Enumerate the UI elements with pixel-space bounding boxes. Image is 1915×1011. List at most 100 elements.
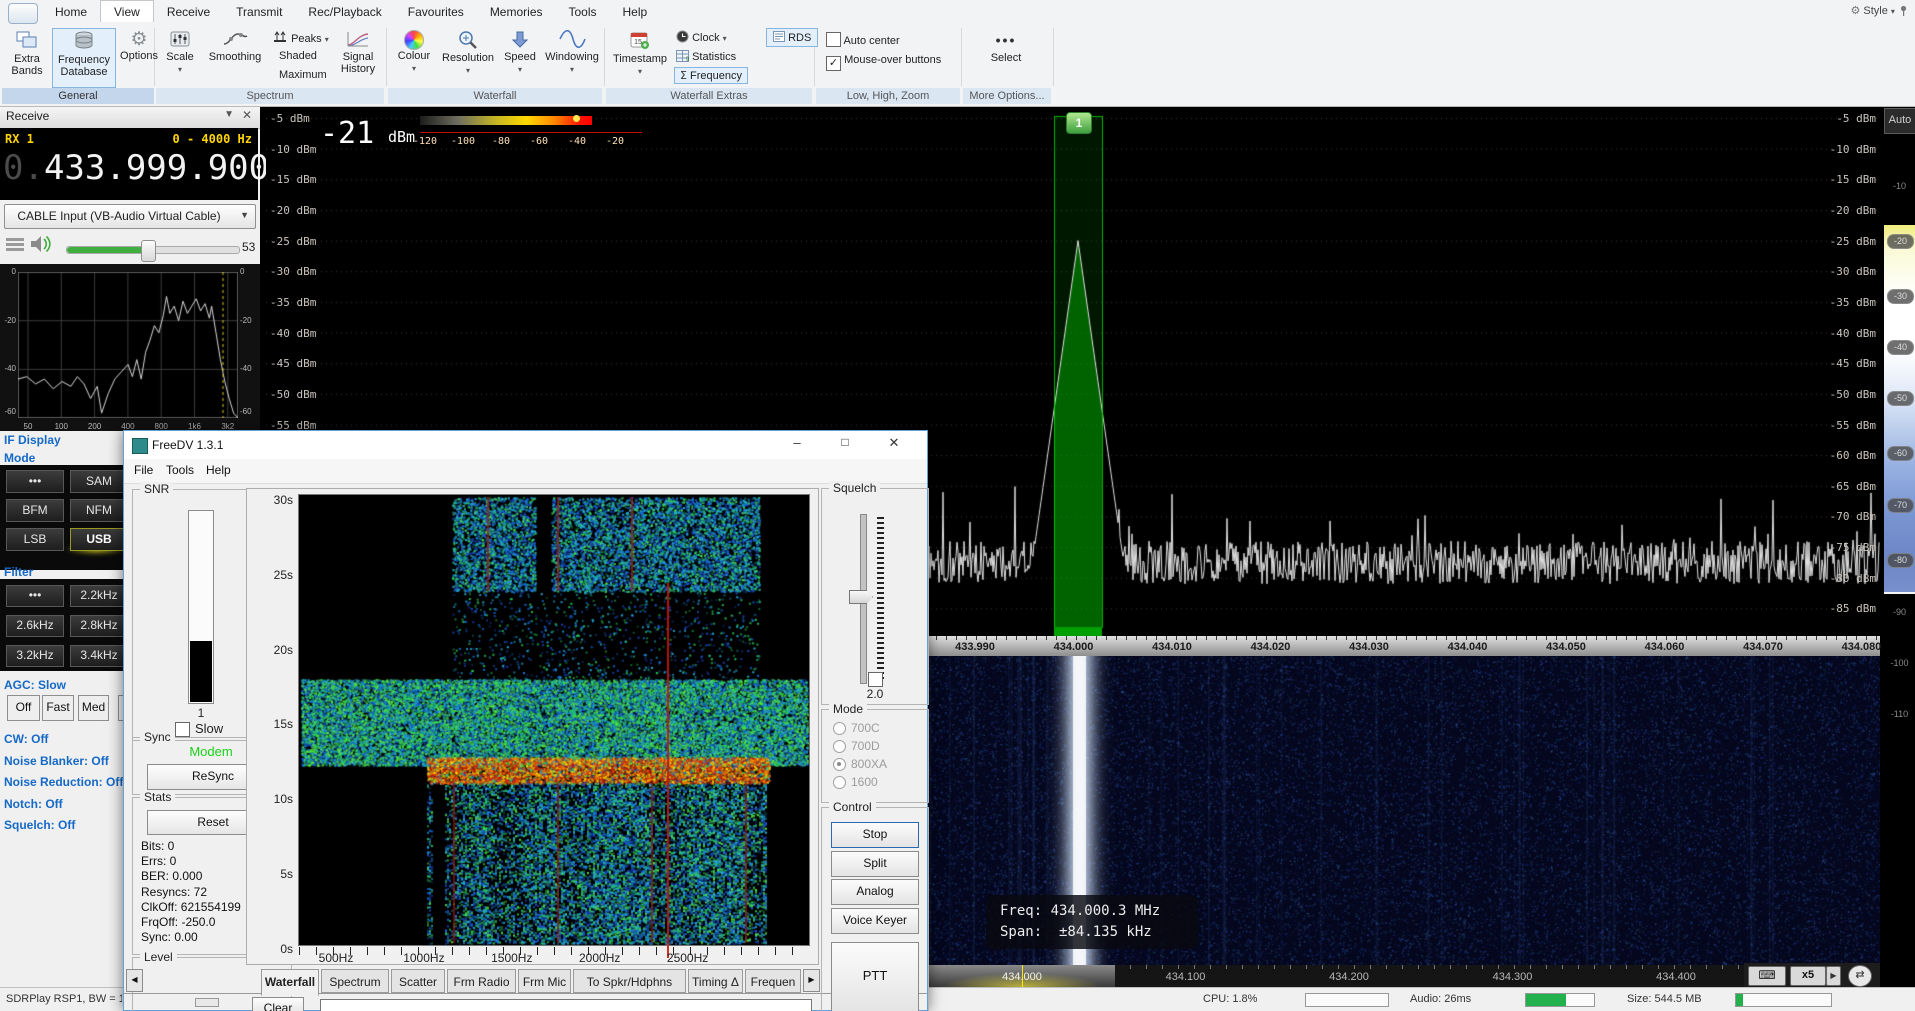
scale-button[interactable]: Scale▾ xyxy=(160,30,200,76)
squelch-enable-checkbox[interactable] xyxy=(868,672,883,687)
zoom-factor-button[interactable]: x5 xyxy=(1790,966,1826,986)
keyboard-button[interactable]: ⌨ xyxy=(1748,966,1786,986)
agc-button-med[interactable]: Med xyxy=(78,695,109,721)
freedv-menu-tools[interactable]: Tools xyxy=(166,463,194,477)
timestamp-button[interactable]: 15 Timestamp▾ xyxy=(612,30,668,78)
freedv-tab-to-spkr-hdphns[interactable]: To Spkr/Hdphns xyxy=(573,969,686,993)
statistics-button[interactable]: 9 Statistics xyxy=(676,50,736,63)
ribbon-tab-favourites[interactable]: Favourites xyxy=(395,1,477,22)
control-button-stop[interactable]: Stop xyxy=(831,822,919,848)
style-menu[interactable]: ⚙ Style ▾ xyxy=(1850,4,1909,17)
options-button[interactable]: ⚙ Options xyxy=(118,30,160,62)
windowing-button[interactable]: Windowing▾ xyxy=(542,30,602,76)
mode-button-[interactable]: ••• xyxy=(6,470,64,493)
mode-button-BFM[interactable]: BFM xyxy=(6,499,64,522)
ribbon-tab-rec-playback[interactable]: Rec/Playback xyxy=(295,1,394,22)
zoom-menu-button[interactable]: ▶ xyxy=(1826,966,1841,986)
mode-button-USB[interactable]: USB xyxy=(70,528,128,551)
volume-thumb[interactable] xyxy=(141,240,156,262)
ribbon-tab-transmit[interactable]: Transmit xyxy=(223,1,295,22)
freedv-tab-frequen[interactable]: Frequen xyxy=(745,969,801,993)
waterfall-colour-scale[interactable]: Auto -10-20-30-40-50-60-70-80-90-100-110 xyxy=(1884,106,1915,987)
freedv-mode-radio-800xa[interactable] xyxy=(833,758,846,771)
freedv-menu-file[interactable]: File xyxy=(134,463,153,477)
freedv-tab-scatter[interactable]: Scatter xyxy=(391,969,445,993)
ribbon-tab-tools[interactable]: Tools xyxy=(556,1,610,22)
colour-label: Colour xyxy=(398,50,430,62)
control-button-split[interactable]: Split xyxy=(831,851,919,877)
mode-button-SAM[interactable]: SAM xyxy=(70,470,128,493)
tab-scroll-right-button[interactable]: ▶ xyxy=(803,969,820,992)
collapse-icon[interactable]: ▼ xyxy=(224,109,234,120)
ribbon-tab-home[interactable]: Home xyxy=(42,1,100,22)
peaks-button[interactable]: Peaks ▾ xyxy=(272,30,329,45)
mode-button-NFM[interactable]: NFM xyxy=(70,499,128,522)
agc-button-fast[interactable]: Fast xyxy=(42,695,74,721)
filter-button-[interactable]: ••• xyxy=(6,585,64,607)
freq-axis-label: 1500Hz xyxy=(482,951,542,965)
auto-scale-button[interactable]: Auto xyxy=(1884,108,1915,134)
tab-scroll-left-button[interactable]: ◀ xyxy=(126,969,143,992)
list-icon xyxy=(773,31,785,42)
colour-button[interactable]: Colour▾ xyxy=(392,30,436,75)
ribbon-tab-view[interactable]: View xyxy=(100,0,154,22)
ptt-button[interactable]: PTT xyxy=(831,942,919,1011)
freedv-mode-radio-700c[interactable] xyxy=(833,722,846,735)
clock-button[interactable]: Clock ▾ xyxy=(676,30,727,44)
close-icon[interactable]: ✕ xyxy=(242,108,252,122)
maximize-icon[interactable]: □ xyxy=(827,435,863,449)
auto-center-checkbox[interactable]: Auto center xyxy=(826,32,900,47)
freedv-waterfall-canvas[interactable] xyxy=(298,494,810,946)
audio-device-select[interactable]: CABLE Input (VB-Audio Virtual Cable) ▼ xyxy=(4,204,256,229)
filter-button-3.4kHz[interactable]: 3.4kHz xyxy=(70,645,128,667)
freedv-tab-waterfall[interactable]: Waterfall xyxy=(261,969,319,996)
squelch-slider-thumb[interactable] xyxy=(849,590,873,604)
frequency-toggle-button[interactable]: Σ Frequency xyxy=(674,67,748,84)
freedv-mode-radio-700d[interactable] xyxy=(833,740,846,753)
filter-button-2.8kHz[interactable]: 2.8kHz xyxy=(70,615,128,637)
frequency-scale-label: 434.030 xyxy=(1334,641,1404,653)
frequency-display[interactable]: RX 1 0 - 4000 Hz 0.433.999.900 xyxy=(0,128,258,200)
freedv-mode-radio-1600[interactable] xyxy=(833,776,846,789)
ribbon-tab-memories[interactable]: Memories xyxy=(477,1,556,22)
select-button[interactable]: ••• Select xyxy=(972,34,1040,64)
filter-button-3.2kHz[interactable]: 3.2kHz xyxy=(6,645,64,667)
filter-button-2.6kHz[interactable]: 2.6kHz xyxy=(6,615,64,637)
clear-button[interactable]: Clear xyxy=(252,997,304,1011)
resolution-button[interactable]: Resolution▾ xyxy=(440,30,496,77)
level-slider-thumb[interactable] xyxy=(195,998,219,1007)
freedv-tab-timing-[interactable]: Timing Δ xyxy=(688,969,743,993)
agc-button-off[interactable]: Off xyxy=(7,695,40,721)
speaker-icon[interactable] xyxy=(28,232,54,256)
smoothing-button[interactable]: Smoothing xyxy=(204,30,266,63)
shaded-button[interactable]: Shaded xyxy=(279,50,317,62)
volume-slider[interactable] xyxy=(66,246,240,254)
snr-group-label: SNR xyxy=(140,482,173,496)
freedv-tab-spectrum[interactable]: Spectrum xyxy=(321,969,389,993)
filter-button-2.2kHz[interactable]: 2.2kHz xyxy=(70,585,128,607)
snr-slow-checkbox[interactable] xyxy=(175,722,190,737)
app-menu-button[interactable] xyxy=(8,3,38,24)
signal-history-button[interactable]: Signal History xyxy=(332,30,384,75)
mode-button-LSB[interactable]: LSB xyxy=(6,528,64,551)
speed-button[interactable]: Speed▾ xyxy=(500,30,540,76)
control-button-analog[interactable]: Analog xyxy=(831,879,919,905)
mouse-over-buttons-checkbox[interactable]: ✓ Mouse-over buttons xyxy=(826,54,941,71)
channel-marker[interactable]: 1 xyxy=(1066,112,1092,134)
freedv-window[interactable]: FreeDV 1.3.1 – □ ✕ FileToolsHelp SNR 1 S… xyxy=(123,430,928,1011)
close-icon[interactable]: ✕ xyxy=(876,435,912,451)
control-button-voice-keyer[interactable]: Voice Keyer xyxy=(831,908,919,934)
freedv-titlebar[interactable]: FreeDV 1.3.1 – □ ✕ xyxy=(124,431,927,459)
freedv-tab-frm-radio[interactable]: Frm Radio xyxy=(447,969,516,993)
center-button[interactable]: ⇄ xyxy=(1848,965,1872,987)
text-entry-field[interactable] xyxy=(320,999,812,1011)
frequency-database-button[interactable]: Frequency Database xyxy=(52,28,116,88)
ribbon-tab-help[interactable]: Help xyxy=(610,1,661,22)
freedv-menu-help[interactable]: Help xyxy=(206,463,231,477)
maximum-button[interactable]: Maximum xyxy=(279,69,327,81)
ribbon-tab-receive[interactable]: Receive xyxy=(154,1,223,22)
rds-button[interactable]: RDS xyxy=(766,28,818,47)
minimize-icon[interactable]: – xyxy=(779,435,815,450)
freedv-tab-frm-mic[interactable]: Frm Mic xyxy=(518,969,571,993)
extra-bands-button[interactable]: Extra Bands xyxy=(4,30,50,77)
